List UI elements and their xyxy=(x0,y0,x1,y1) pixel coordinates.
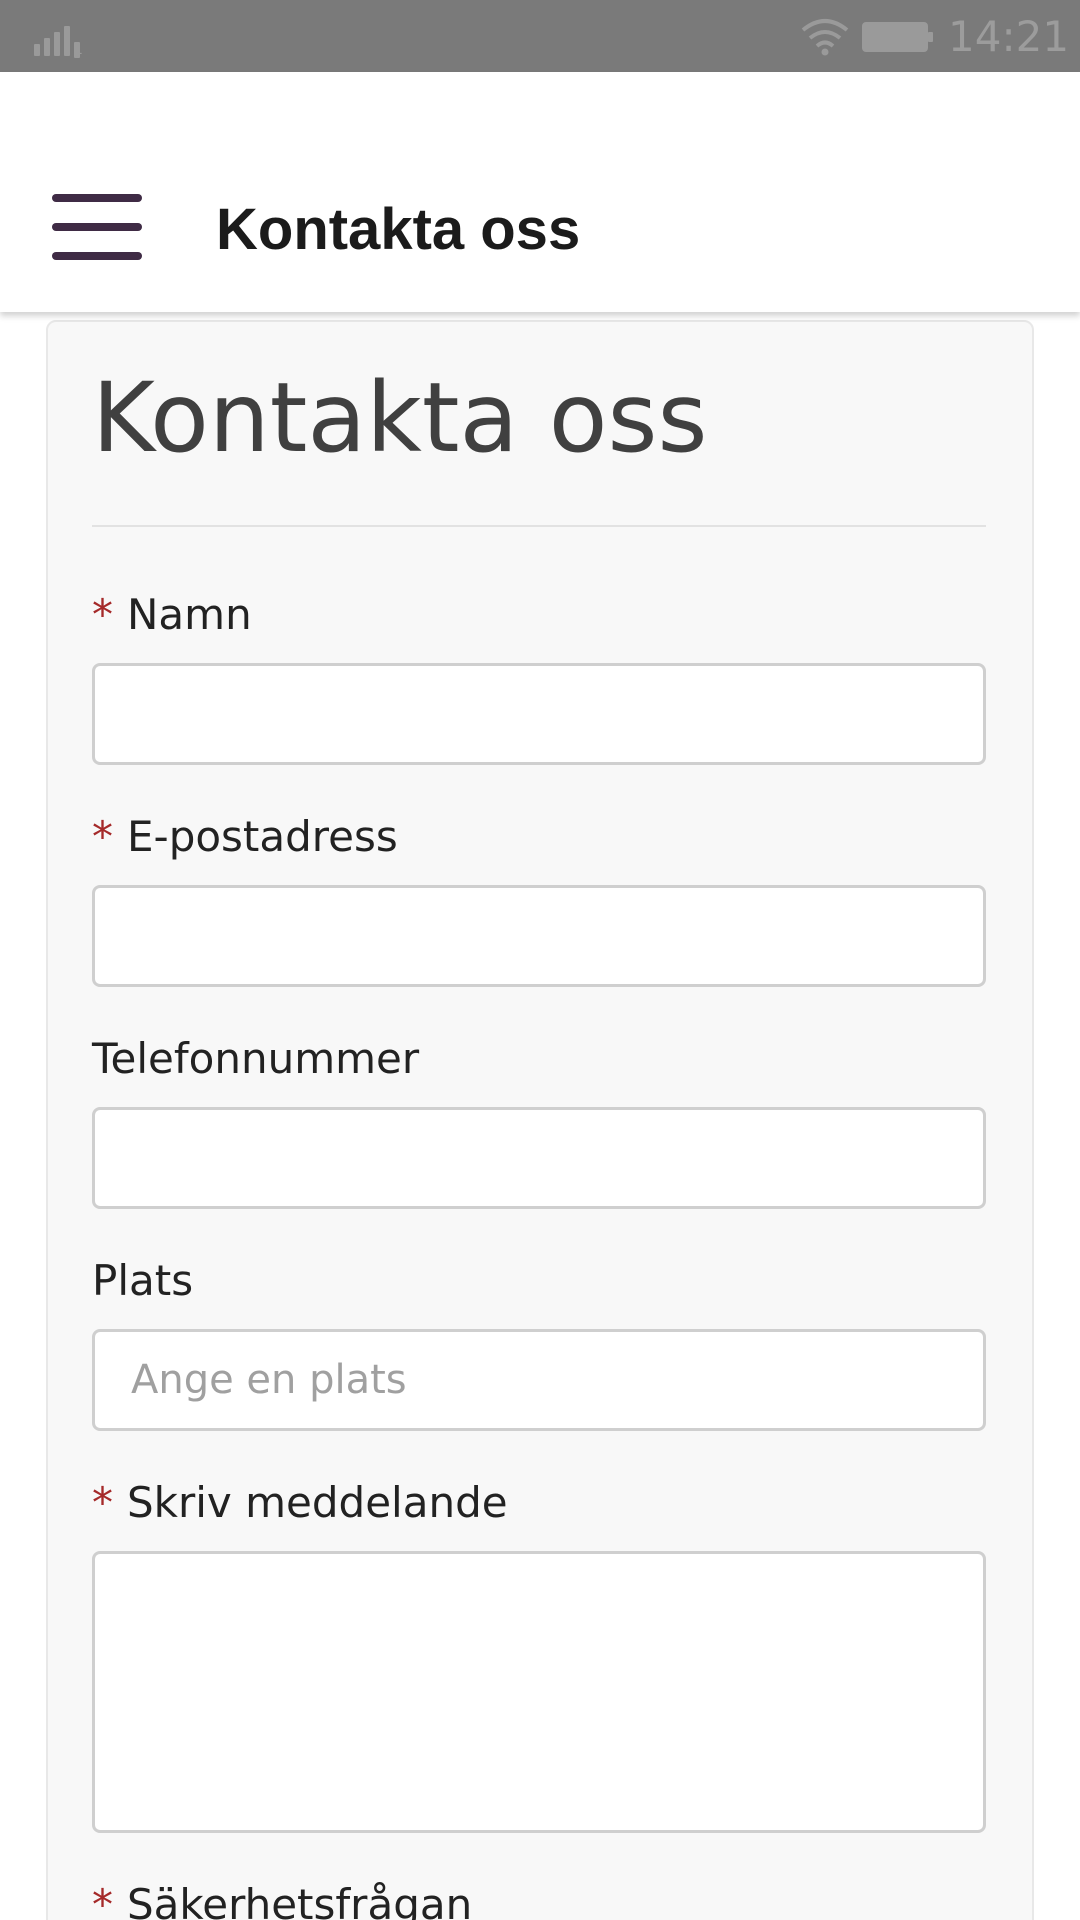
location-label: Plats xyxy=(92,1256,193,1305)
page-title: Kontakta oss xyxy=(92,362,708,474)
required-marker: * xyxy=(92,590,113,639)
battery-icon xyxy=(862,22,933,52)
name-label: * Namn xyxy=(92,590,252,639)
security-question-label: * Säkerhetsfrågan xyxy=(92,1880,472,1920)
phone-label: Telefonnummer xyxy=(92,1034,419,1083)
message-textarea[interactable] xyxy=(92,1551,986,1833)
email-label-text: E-postadress xyxy=(127,812,398,861)
signal-sub-label: 1 xyxy=(74,42,83,58)
name-input[interactable] xyxy=(92,663,986,765)
security-question-label-text: Säkerhetsfrågan xyxy=(127,1880,473,1920)
name-label-text: Namn xyxy=(127,590,252,639)
location-label-text: Plats xyxy=(92,1256,194,1305)
status-time: 14:21 xyxy=(948,12,1070,61)
wifi-icon xyxy=(801,19,849,56)
signal-icon: 1 xyxy=(34,22,84,58)
app-bar: Kontakta oss xyxy=(0,72,1080,312)
email-label: * E-postadress xyxy=(92,812,398,861)
email-input[interactable] xyxy=(92,885,986,987)
status-bar: 1 14:21 xyxy=(0,0,1080,72)
required-marker: * xyxy=(92,1478,113,1527)
location-input[interactable] xyxy=(92,1329,986,1431)
title-divider xyxy=(92,525,986,527)
phone-label-text: Telefonnummer xyxy=(92,1034,420,1083)
message-label: * Skriv meddelande xyxy=(92,1478,508,1527)
required-marker: * xyxy=(92,812,113,861)
message-label-text: Skriv meddelande xyxy=(127,1478,508,1527)
app-bar-title: Kontakta oss xyxy=(216,197,581,262)
phone-input[interactable] xyxy=(92,1107,986,1209)
required-marker: * xyxy=(92,1880,113,1920)
hamburger-menu-icon[interactable] xyxy=(52,194,142,260)
